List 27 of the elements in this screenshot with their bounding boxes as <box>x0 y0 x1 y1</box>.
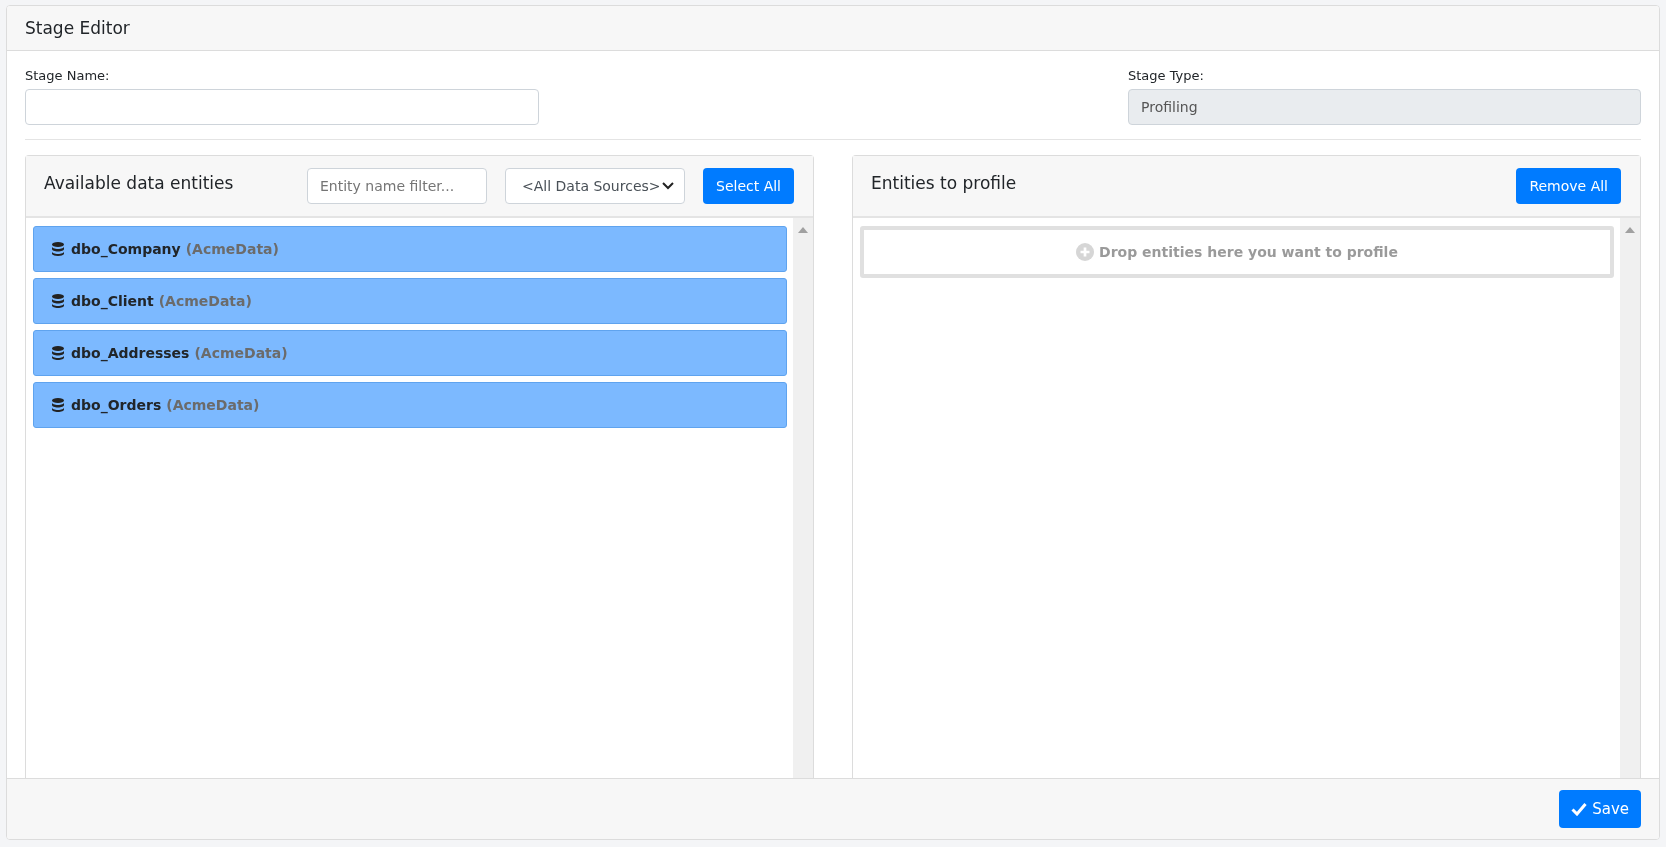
save-button[interactable]: Save <box>1559 790 1641 828</box>
panel-title: Entities to profile <box>871 173 1018 193</box>
entity-item[interactable]: dbo_Orders (AcmeData) <box>33 382 787 428</box>
window-title: Stage Editor <box>25 18 130 38</box>
data-source-select[interactable]: <All Data Sources> <box>505 168 685 204</box>
scrollbar[interactable] <box>1620 218 1640 778</box>
field-label: Stage Name: <box>25 68 111 83</box>
database-icon <box>52 242 64 256</box>
remove-all-button[interactable]: Remove All <box>1516 168 1621 204</box>
scroll-up-icon[interactable] <box>1625 227 1635 233</box>
entity-item[interactable]: dbo_Client (AcmeData) <box>33 278 787 324</box>
entity-item[interactable]: dbo_Company (AcmeData) <box>33 226 787 272</box>
drop-hint: Drop entities here you want to profile <box>1099 244 1398 260</box>
entity-item[interactable]: dbo_Addresses (AcmeData) <box>33 330 787 376</box>
check-icon <box>1571 802 1588 816</box>
select-all-button[interactable]: Select All <box>703 168 794 204</box>
chevron-icon <box>662 182 674 190</box>
database-icon <box>52 346 64 360</box>
panel-title: Available data entities <box>44 173 235 193</box>
plus-circle-icon <box>1076 243 1095 261</box>
scrollbar[interactable] <box>793 218 813 778</box>
stage-name-field[interactable] <box>25 89 539 125</box>
entity-filter-field[interactable]: Entity name filter... <box>307 168 487 204</box>
scroll-up-icon[interactable] <box>798 227 808 233</box>
field-label: Stage Type: <box>1128 68 1205 83</box>
database-icon <box>52 398 64 412</box>
database-icon <box>52 294 64 308</box>
